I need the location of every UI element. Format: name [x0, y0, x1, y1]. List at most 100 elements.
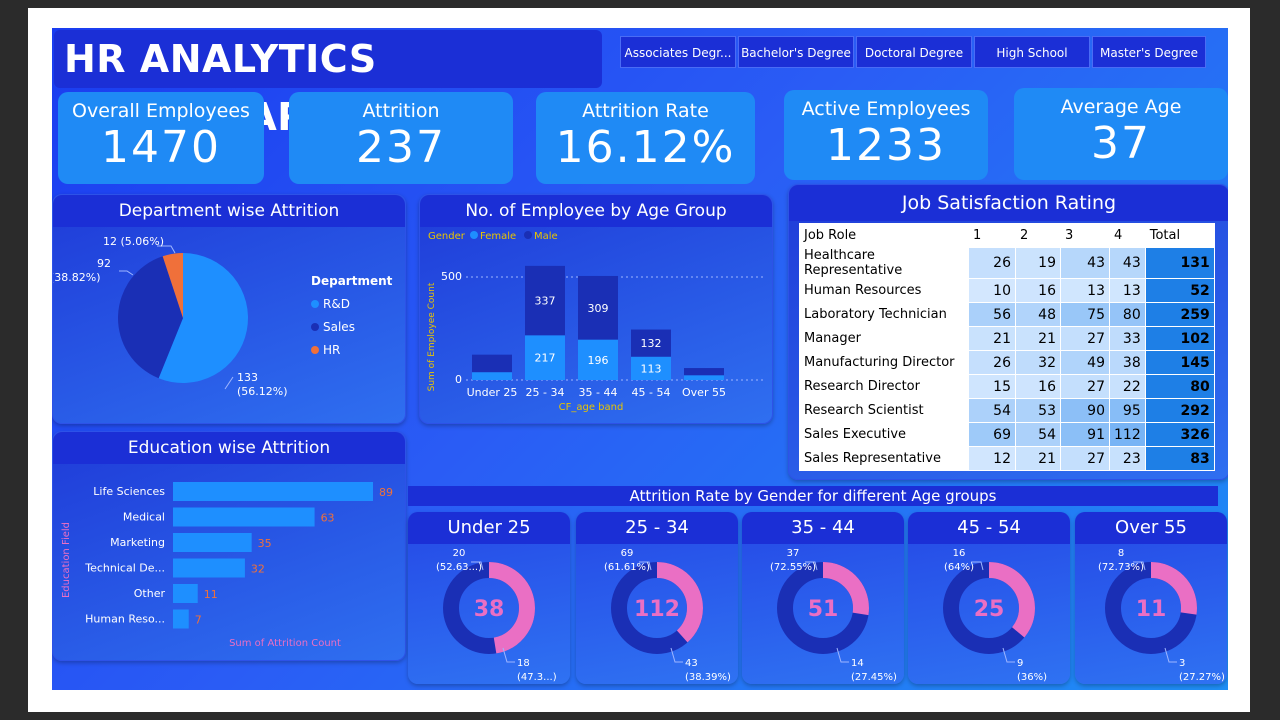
kpi-value: 37	[1091, 118, 1151, 169]
rating-cell: 112	[1109, 422, 1146, 447]
header-cell: Job Role	[799, 223, 969, 248]
legend-dot-female	[470, 231, 478, 239]
age-legend-title: Gender	[428, 231, 466, 242]
age-y-axis-label: Sum of Employee Count	[427, 282, 437, 391]
donut-label-male-pct: (52.63...)	[436, 562, 482, 573]
header-cell: 2	[1015, 223, 1061, 248]
donut-center-total: 11	[1136, 597, 1167, 622]
edu-bar-value: 11	[204, 588, 218, 601]
rating-cell: 21	[968, 326, 1016, 351]
rating-cell: 19	[1015, 247, 1061, 279]
legend-dot-rd	[311, 300, 319, 308]
edu-bar[interactable]	[173, 558, 245, 578]
kpi-value: 237	[356, 122, 446, 173]
slicer-masters-degree[interactable]: Master's Degree	[1092, 36, 1206, 68]
header-cell: 1	[968, 223, 1016, 248]
bar-female-4[interactable]	[684, 375, 724, 380]
job-role-cell: Human Resources	[799, 278, 969, 303]
job-satisfaction-table: Job Role 1 2 3 4 Total Healthcare Repres…	[799, 223, 1215, 471]
rating-cell: 49	[1060, 350, 1110, 375]
rating-cell: 48	[1015, 302, 1061, 327]
legend-dot-hr	[311, 346, 319, 354]
kpi-label: Attrition Rate	[582, 100, 709, 122]
rating-cell: 16	[1015, 278, 1061, 303]
age-x-tick: 45 - 54	[632, 386, 671, 399]
donut-center-total: 112	[634, 597, 680, 622]
donut-label-male-pct: (72.73%)	[1098, 562, 1144, 573]
age-x-tick: Under 25	[467, 386, 518, 399]
legend-label-male: Male	[534, 231, 558, 242]
edu-bar[interactable]	[173, 609, 189, 629]
edu-category-label: Medical	[123, 511, 165, 524]
edu-bar[interactable]	[173, 533, 252, 552]
bar-label-female-3: 113	[641, 362, 662, 375]
bar-female-0[interactable]	[472, 372, 512, 380]
slicer-bachelors-degree[interactable]: Bachelor's Degree	[738, 36, 854, 68]
gender-section-title: Attrition Rate by Gender for different A…	[408, 486, 1218, 506]
table-row: Healthcare Representative 26 19 43 43 131	[799, 247, 1215, 279]
donut-label-female-count: 43	[685, 658, 698, 669]
donut-label-female-pct: (27.27%)	[1179, 672, 1225, 683]
rating-cell: 13	[1109, 278, 1146, 303]
donut-center-total: 51	[808, 597, 839, 622]
bar-male-4[interactable]	[684, 368, 724, 376]
job-satisfaction-panel: Job Satisfaction Rating Job Role 1 2 3 4…	[788, 184, 1228, 480]
job-satisfaction-table-wrap: Job Role 1 2 3 4 Total Healthcare Repres…	[799, 223, 1215, 471]
kpi-value: 16.12%	[555, 122, 736, 173]
bar-male-0[interactable]	[472, 354, 512, 373]
age-y-tick-0: 0	[455, 373, 462, 386]
donut-card: 45 - 54 25 16 (64%) 9 (36%)	[908, 512, 1070, 684]
gender-donut-chart: 112 69 (61.61%) 43 (38.39%)	[604, 548, 731, 683]
header-cell: Total	[1144, 223, 1215, 248]
donut-card-title: Under 25	[408, 512, 570, 544]
age-group-bar-chart: Gender Female Male Sum of Employee Count…	[427, 231, 766, 413]
slicer-associates-degree[interactable]: Associates Degr...	[620, 36, 736, 68]
donut-card: Under 25 38 20 (52.63...) 18 (47.3...)	[408, 512, 570, 684]
rating-cell: 10	[968, 278, 1016, 303]
legend-label-rd: R&D	[323, 297, 350, 311]
bar-label-male-1: 337	[535, 295, 556, 308]
total-cell: 83	[1144, 446, 1215, 471]
kpi-attrition: Attrition 237	[289, 92, 513, 184]
donut-center-total: 38	[474, 597, 505, 622]
donut-label-female-pct: (27.45%)	[851, 672, 897, 683]
edu-category-label: Marketing	[110, 536, 165, 549]
dashboard-canvas: HR ANALYTICS DASHBOARD Associates Degr..…	[52, 28, 1228, 690]
slicer-high-school[interactable]: High School	[974, 36, 1090, 68]
kpi-label: Active Employees	[801, 98, 971, 120]
edu-bar[interactable]	[173, 507, 315, 527]
gender-donut-chart: 11 8 (72.73%) 3 (27.27%)	[1098, 548, 1225, 683]
donut-card-title: Over 55	[1075, 512, 1227, 544]
rating-cell: 21	[1015, 326, 1061, 351]
donut-label-male-count: 16	[953, 548, 966, 559]
edu-bar[interactable]	[173, 482, 373, 501]
rating-cell: 54	[1015, 422, 1061, 447]
pie-legend-title: Department	[311, 274, 393, 288]
edu-category-label: Life Sciences	[93, 485, 165, 498]
rating-cell: 22	[1109, 374, 1146, 399]
age-y-tick-500: 500	[441, 270, 462, 283]
rating-cell: 13	[1060, 278, 1110, 303]
rating-cell: 12	[968, 446, 1016, 471]
donut-label-male-count: 37	[787, 548, 800, 559]
rating-cell: 95	[1109, 398, 1146, 423]
donut-card-title: 45 - 54	[908, 512, 1070, 544]
table-row: Research Scientist 54 53 90 95 292	[799, 398, 1215, 423]
rating-cell: 27	[1060, 326, 1110, 351]
slicer-doctoral-degree[interactable]: Doctoral Degree	[856, 36, 972, 68]
bar-label-male-2: 309	[588, 302, 609, 315]
donut-label-female-pct: (36%)	[1017, 672, 1047, 683]
kpi-value: 1233	[826, 120, 946, 171]
table-row: Research Director 15 16 27 22 80	[799, 374, 1215, 399]
rating-cell: 69	[968, 422, 1016, 447]
donut-label-female-count: 9	[1017, 658, 1023, 669]
donut-card: 35 - 44 51 37 (72.55%) 14 (27.45%)	[742, 512, 904, 684]
rating-cell: 56	[968, 302, 1016, 327]
legend-dot-male	[524, 231, 532, 239]
rating-cell: 75	[1060, 302, 1110, 327]
leader-line-sales	[119, 270, 134, 276]
total-cell: 131	[1144, 247, 1215, 279]
edu-bar[interactable]	[173, 584, 198, 603]
kpi-attrition-rate: Attrition Rate 16.12%	[536, 92, 755, 184]
legend-dot-sales	[311, 323, 319, 331]
